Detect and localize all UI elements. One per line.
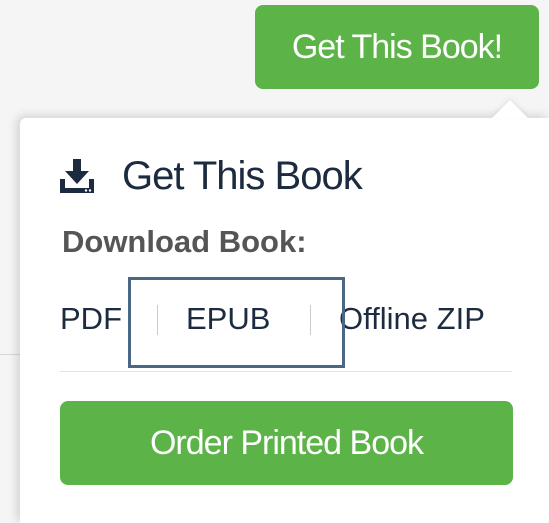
offline-zip-link[interactable]: Offline ZIP	[339, 294, 485, 344]
epub-highlight-box	[128, 277, 345, 368]
order-printed-book-button[interactable]: Order Printed Book	[60, 401, 513, 485]
get-this-book-button[interactable]: Get This Book!	[255, 5, 539, 89]
popover-title-text: Get This Book	[122, 153, 363, 198]
popover-arrow	[492, 100, 528, 118]
popover-title: Get This Book	[58, 148, 363, 204]
popover-divider	[60, 371, 512, 372]
download-icon	[58, 157, 96, 195]
download-book-label: Download Book:	[62, 224, 307, 259]
pdf-link[interactable]: PDF	[60, 294, 122, 344]
